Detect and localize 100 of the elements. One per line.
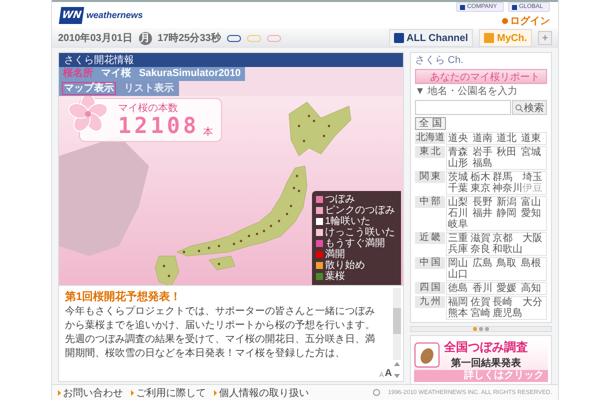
- prefecture-link[interactable]: 群馬: [492, 172, 523, 183]
- prefecture-link[interactable]: 山形: [448, 158, 472, 169]
- region-name[interactable]: 九 州: [415, 296, 445, 308]
- prefecture-link[interactable]: 静岡: [496, 208, 521, 219]
- region-name[interactable]: 中 部: [415, 196, 445, 208]
- legend-label: もうすぐ満開: [325, 238, 385, 249]
- legend-label: 1輪咲いた: [325, 216, 371, 227]
- region-name[interactable]: 東 北: [415, 146, 445, 158]
- prefecture-link[interactable]: 奈良: [470, 244, 493, 255]
- prefecture-link[interactable]: 佐賀: [470, 297, 493, 308]
- prefecture-link[interactable]: 岐阜: [448, 219, 472, 230]
- banner-title: 全国つぼみ調査: [444, 339, 528, 356]
- footer-link[interactable]: 個人情報の取り扱い: [214, 386, 309, 400]
- prefecture-link[interactable]: 宮城: [520, 147, 545, 158]
- legend-label: けっこう咲いた: [325, 227, 395, 238]
- pill-icon: [266, 34, 281, 42]
- search-button[interactable]: 検索: [512, 100, 547, 115]
- font-size-button[interactable]: A: [384, 368, 392, 379]
- island-drawing[interactable]: [288, 102, 352, 156]
- brand-name[interactable]: weathernews: [86, 10, 143, 20]
- search-icon: [515, 104, 523, 112]
- region-name[interactable]: 四 国: [415, 282, 445, 294]
- prefecture-link[interactable]: 滋賀: [470, 233, 493, 244]
- legend-label: 葉桜: [325, 271, 345, 282]
- prefecture-link[interactable]: 茨城: [448, 172, 470, 183]
- prefecture-link[interactable]: 埼玉: [522, 172, 545, 183]
- prefecture-link[interactable]: 石川: [448, 208, 472, 219]
- prefecture-link[interactable]: 岡山: [448, 258, 472, 269]
- footer-link[interactable]: ご利用に際して: [131, 386, 206, 400]
- page-dot[interactable]: [485, 327, 489, 331]
- prefecture-link[interactable]: 福岡: [448, 297, 470, 308]
- prefecture-link[interactable]: 神奈川: [492, 183, 523, 194]
- survey-banner[interactable]: 全国つぼみ調査 第一回結果発表 詳しくはクリック: [410, 335, 552, 386]
- prefecture-link[interactable]: 鹿児島: [492, 308, 523, 319]
- news-title: 第1回桜開花予想発表！: [65, 290, 182, 304]
- prefecture-link[interactable]: 高知: [520, 283, 545, 294]
- footer-link[interactable]: お問い合わせ: [58, 386, 123, 400]
- scroll-down-icon[interactable]: [393, 373, 401, 379]
- prefecture-link[interactable]: 道南: [472, 133, 496, 144]
- prefecture-link[interactable]: 京都: [492, 233, 523, 244]
- page-dot[interactable]: [473, 327, 477, 331]
- prefecture-link[interactable]: 広島: [472, 258, 496, 269]
- prefecture-link[interactable]: 富山: [520, 197, 545, 208]
- news-text: 今年もさくらプロジェクトでは、サポーターの皆さんと一緒につぼみから葉桜までを追いかけ、届いたリポートから桜の予想を行います。先週のつぼみ調査の結果を受けて、マイ桜の開花日、五分咲き日、満開期間、桜吹雪の日などを本日発表！マイ桜を登録した方は、: [65, 305, 376, 361]
- channel-tab[interactable]: ALL Channel: [388, 29, 473, 47]
- prefecture-link[interactable]: 愛知: [520, 208, 545, 219]
- prefecture-link[interactable]: 島根: [520, 258, 545, 269]
- prefecture-link[interactable]: 道央: [448, 133, 472, 144]
- prefecture-link[interactable]: 宮崎: [470, 308, 493, 319]
- prefecture-link[interactable]: 道北: [496, 133, 521, 144]
- prefecture-link[interactable]: 香川: [472, 283, 496, 294]
- scrollbar-thumb[interactable]: [393, 308, 401, 334]
- region-name[interactable]: 北海道: [415, 132, 445, 144]
- pill-icon: [226, 34, 241, 42]
- prefecture-link[interactable]: 千葉: [448, 183, 470, 194]
- time-text: 17時25分33秒: [158, 32, 221, 45]
- prefecture-link[interactable]: 山梨: [448, 197, 472, 208]
- prefecture-link[interactable]: 栃木: [470, 172, 493, 183]
- weekday-badge: 月: [138, 32, 152, 44]
- island-drawing[interactable]: [176, 166, 308, 256]
- prefecture-link[interactable]: 大阪: [522, 233, 545, 244]
- page-dot[interactable]: [479, 327, 483, 331]
- island-drawing[interactable]: [208, 256, 236, 270]
- prefecture-link[interactable]: 福井: [472, 208, 496, 219]
- prefecture-link[interactable]: 山口: [448, 269, 472, 280]
- bud-icon: [414, 342, 440, 368]
- prefecture-link[interactable]: 青森: [448, 147, 472, 158]
- prefecture-link[interactable]: 三重: [448, 233, 470, 244]
- scrollbar-track[interactable]: [393, 288, 401, 360]
- island-drawing[interactable]: [154, 256, 180, 285]
- prefecture-link[interactable]: 熊本: [448, 308, 470, 319]
- prefecture-link[interactable]: 兵庫: [448, 244, 470, 255]
- prefecture-link[interactable]: 福島: [472, 158, 496, 169]
- prefecture-link[interactable]: 東京: [470, 183, 493, 194]
- counter-label: マイ桜の本数: [118, 102, 179, 115]
- search-field[interactable]: [415, 100, 511, 115]
- banner-subtitle: 第一回結果発表: [451, 356, 521, 370]
- prefecture-link[interactable]: 徳島: [448, 283, 472, 294]
- counter-value: 12108: [118, 115, 200, 139]
- all-regions-button[interactable]: 全 国: [415, 117, 446, 130]
- legend-label: 満開: [325, 249, 345, 260]
- prefecture-link[interactable]: 長野: [472, 197, 496, 208]
- prefecture-link[interactable]: 道東: [520, 133, 545, 144]
- region-name[interactable]: 近 畿: [415, 232, 445, 244]
- prefecture-link[interactable]: 愛媛: [496, 283, 521, 294]
- prefecture-link[interactable]: 新潟: [496, 197, 521, 208]
- prefecture-link[interactable]: 大分: [522, 297, 545, 308]
- prefecture-link[interactable]: 和歌山: [492, 244, 523, 255]
- panel-title: さくら開花情報: [59, 53, 403, 67]
- date-text: 2010年03月01日: [58, 32, 132, 45]
- legend-label: ピンクのつぼみ: [325, 205, 395, 216]
- logo-mark[interactable]: WN: [58, 6, 85, 24]
- prefecture-link[interactable]: 岩手: [472, 147, 496, 158]
- region-name[interactable]: 中 国: [415, 257, 445, 269]
- prefecture-link[interactable]: 鳥取: [496, 258, 521, 269]
- prefecture-link[interactable]: 秋田: [496, 147, 521, 158]
- legend-label: つぼみ: [325, 194, 355, 205]
- prefecture-link[interactable]: 長崎: [492, 297, 523, 308]
- region-name[interactable]: 関 東: [415, 171, 445, 183]
- legend-label: 散り始め: [325, 260, 365, 271]
